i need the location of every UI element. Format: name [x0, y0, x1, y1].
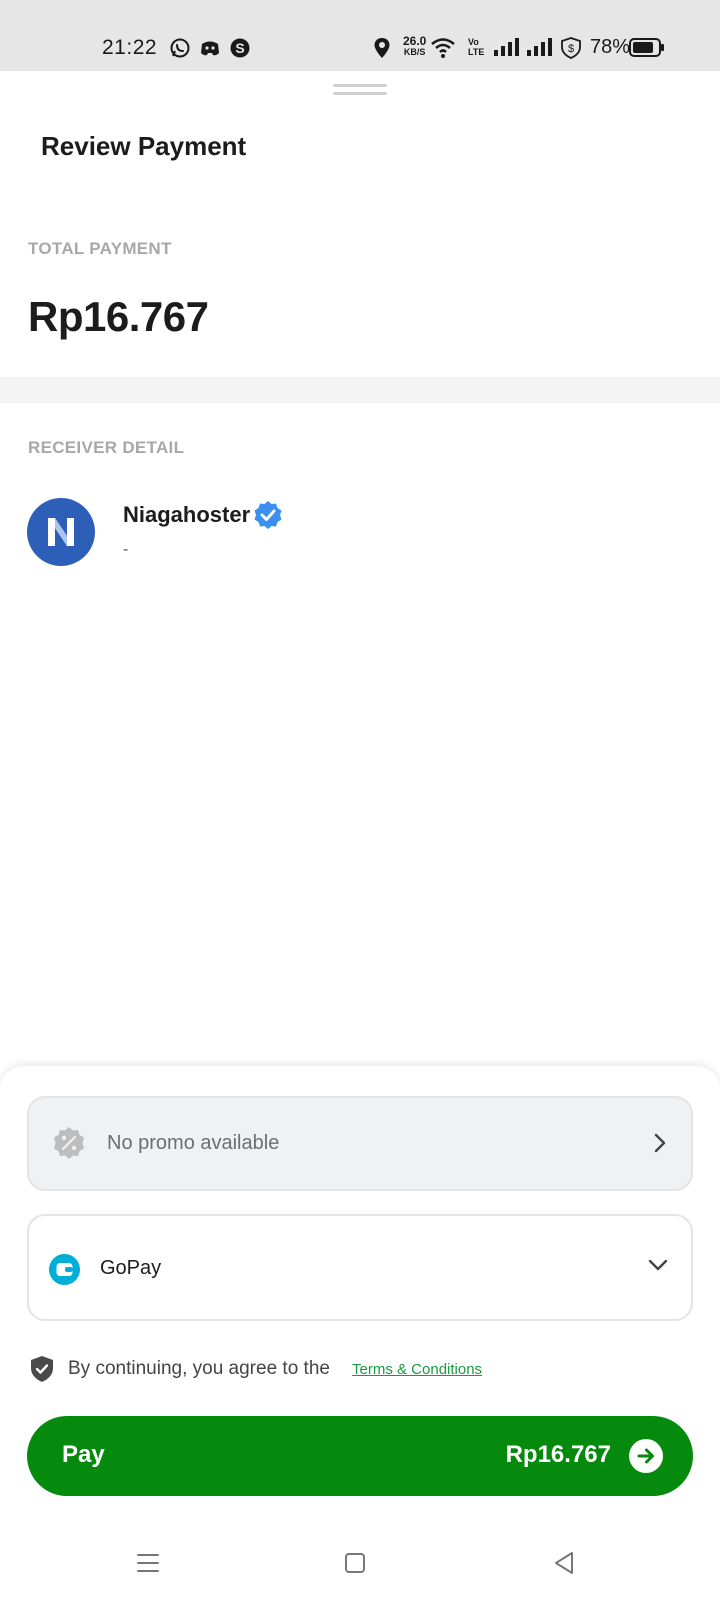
promo-selector[interactable]: No promo available — [27, 1096, 693, 1191]
status-time: 21:22 — [102, 36, 158, 59]
receiver-detail-label: RECEIVER DETAIL — [28, 438, 185, 457]
status-bar: 21:22 S 26.0 KB/S Vo LTE $ 78% — [0, 0, 720, 71]
chevron-right-icon — [654, 1133, 666, 1153]
receiver-name: Niagahoster — [123, 502, 251, 527]
receiver-subtitle: - — [123, 541, 129, 558]
terms-conditions-link[interactable]: Terms & Conditions — [352, 1361, 482, 1378]
pay-button-amount: Rp16.767 — [505, 1441, 611, 1468]
location-icon — [374, 38, 390, 58]
promo-text: No promo available — [107, 1132, 280, 1154]
section-divider — [0, 377, 720, 403]
total-payment-label: TOTAL PAYMENT — [28, 239, 172, 258]
volte-top: Vo — [468, 37, 479, 47]
battery-percentage: 78% — [590, 36, 631, 58]
network-speed-value: 26.0 — [403, 34, 427, 48]
network-speed: 26.0 KB/S — [403, 34, 427, 58]
volte-bottom: LTE — [468, 47, 485, 57]
back-button[interactable] — [550, 1548, 580, 1578]
discount-icon — [54, 1127, 84, 1159]
chevron-down-icon — [648, 1259, 668, 1271]
svg-text:S: S — [235, 40, 244, 56]
shield-check-icon — [31, 1356, 53, 1382]
discord-icon — [201, 41, 219, 56]
page-title: Review Payment — [41, 131, 247, 161]
gopay-wallet-icon — [49, 1254, 80, 1285]
volte-indicator: Vo LTE — [468, 37, 484, 57]
payment-method-label: GoPay — [100, 1257, 162, 1279]
terms-text: By continuing, you agree to the — [68, 1358, 330, 1379]
signal-icon-sim2 — [527, 38, 552, 56]
verified-badge-icon — [254, 501, 282, 529]
pay-button-label: Pay — [62, 1441, 105, 1468]
total-payment-amount: Rp16.767 — [28, 293, 209, 340]
svg-text:$: $ — [568, 43, 574, 55]
receiver-logo — [27, 498, 95, 566]
payment-shield-icon: $ — [561, 37, 581, 59]
pay-button[interactable]: Pay Rp16.767 — [27, 1416, 693, 1496]
arrow-right-icon — [629, 1439, 663, 1473]
home-button[interactable] — [340, 1548, 370, 1578]
recent-apps-button[interactable] — [133, 1548, 163, 1578]
skype-icon: S — [230, 38, 250, 58]
wifi-icon — [431, 38, 455, 58]
whatsapp-icon — [170, 38, 190, 58]
signal-icon-sim1 — [494, 38, 519, 56]
network-speed-unit: KB/S — [403, 47, 426, 57]
niagahoster-logo-icon — [48, 518, 74, 546]
payment-method-selector[interactable]: GoPay — [27, 1214, 693, 1321]
battery-icon — [629, 38, 664, 57]
drag-handle[interactable] — [333, 84, 387, 95]
